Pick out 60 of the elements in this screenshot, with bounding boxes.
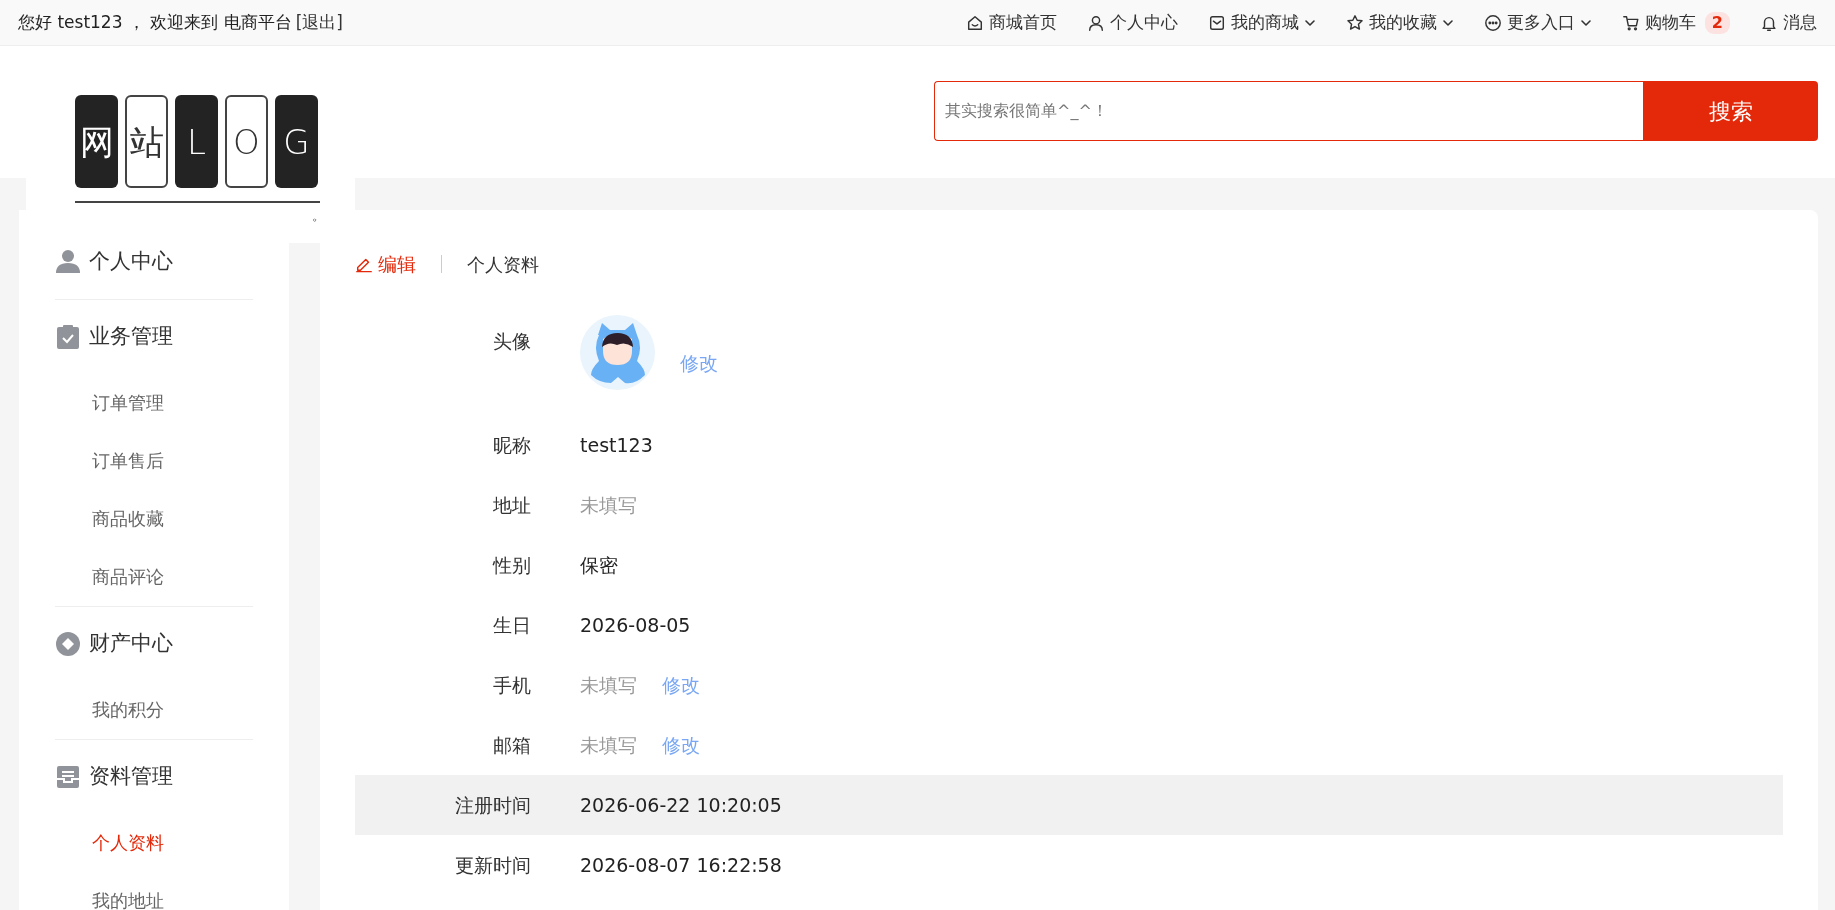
nav-link[interactable]: 我的收藏 xyxy=(1345,9,1454,36)
nav-link-text: 购物车 xyxy=(1644,10,1696,34)
sidebar-item[interactable]: 我的地址 xyxy=(55,872,253,910)
nav-link[interactable]: 消息 xyxy=(1760,9,1817,36)
nav-link[interactable]: 商城首页 xyxy=(965,9,1057,36)
user-icon xyxy=(1086,13,1105,32)
sidebar-item[interactable]: 个人资料 xyxy=(55,814,253,872)
home-icon xyxy=(965,13,984,32)
field-label: 手机 xyxy=(492,672,531,698)
logo-tile: 网 xyxy=(75,95,118,188)
field-value: 保密 xyxy=(580,552,618,578)
user-icon xyxy=(55,249,81,275)
field-value: test123 xyxy=(580,432,653,458)
coin-icon xyxy=(55,631,81,657)
sidebar-item[interactable]: 订单管理 xyxy=(55,374,253,432)
more-icon xyxy=(1483,13,1502,32)
sidebar-item[interactable]: 商品收藏 xyxy=(55,490,253,548)
nav-link[interactable]: 我的商城 xyxy=(1207,9,1316,36)
mail-icon xyxy=(1207,13,1226,32)
avatar-icon xyxy=(580,315,655,390)
search-field[interactable]: 其实搜索很简单^_^！ xyxy=(934,81,1643,141)
logout-link[interactable]: [退出] xyxy=(295,9,343,36)
field-label: 头像 xyxy=(492,329,531,354)
field-value: 2026-06-22 10:20:05 xyxy=(580,792,782,818)
field-value: 2026-08-05 xyxy=(580,612,691,638)
nav-link[interactable]: 个人中心 xyxy=(1086,9,1178,36)
sidebar-heading: 个人中心 xyxy=(89,248,173,276)
logo-tile: O xyxy=(225,95,268,188)
field-label: 性别 xyxy=(491,552,531,578)
sidebar-item[interactable]: 我的积分 xyxy=(55,681,253,739)
tray-icon xyxy=(55,764,81,790)
sidebar-heading: 业务管理 xyxy=(89,323,173,351)
sidebar-item[interactable]: 订单售后 xyxy=(55,432,253,490)
greeting-text: 您好 test123 ， 欢迎来到 电商平台 xyxy=(18,10,292,34)
logo-tile: L xyxy=(175,95,218,188)
nav-link[interactable]: 购物车 2 xyxy=(1621,9,1730,36)
clipboard-icon xyxy=(55,324,81,350)
field-label: 地址 xyxy=(492,492,531,518)
edit-link[interactable]: 编辑 xyxy=(355,249,416,279)
field-value: 未填写 xyxy=(580,672,637,698)
logo-mark: 。 xyxy=(312,209,326,222)
logo-tile: 站 xyxy=(125,95,168,188)
search-button[interactable]: 搜索 xyxy=(1643,81,1818,141)
field-value: 2026-08-07 16:22:58 xyxy=(580,852,782,878)
logo-tile: G xyxy=(275,95,318,188)
field-value: 未填写 xyxy=(580,732,637,758)
field-label: 昵称 xyxy=(492,432,531,458)
sidebar-heading: 财产中心 xyxy=(89,630,173,658)
field-label: 邮箱 xyxy=(492,732,531,758)
field-label: 生日 xyxy=(492,612,531,638)
nav-link[interactable]: 更多入口 xyxy=(1483,9,1592,36)
field-label: 注册时间 xyxy=(454,792,531,818)
field-value: 未填写 xyxy=(580,492,637,518)
field-label: 更新时间 xyxy=(454,852,531,878)
cart-icon xyxy=(1621,13,1640,32)
star-icon xyxy=(1345,13,1364,32)
cart-count-badge: 2 xyxy=(1704,11,1730,34)
sidebar-heading: 资料管理 xyxy=(89,763,173,791)
sidebar-item[interactable]: 商品评论 xyxy=(55,548,253,606)
page-title: 个人资料 xyxy=(467,252,539,277)
